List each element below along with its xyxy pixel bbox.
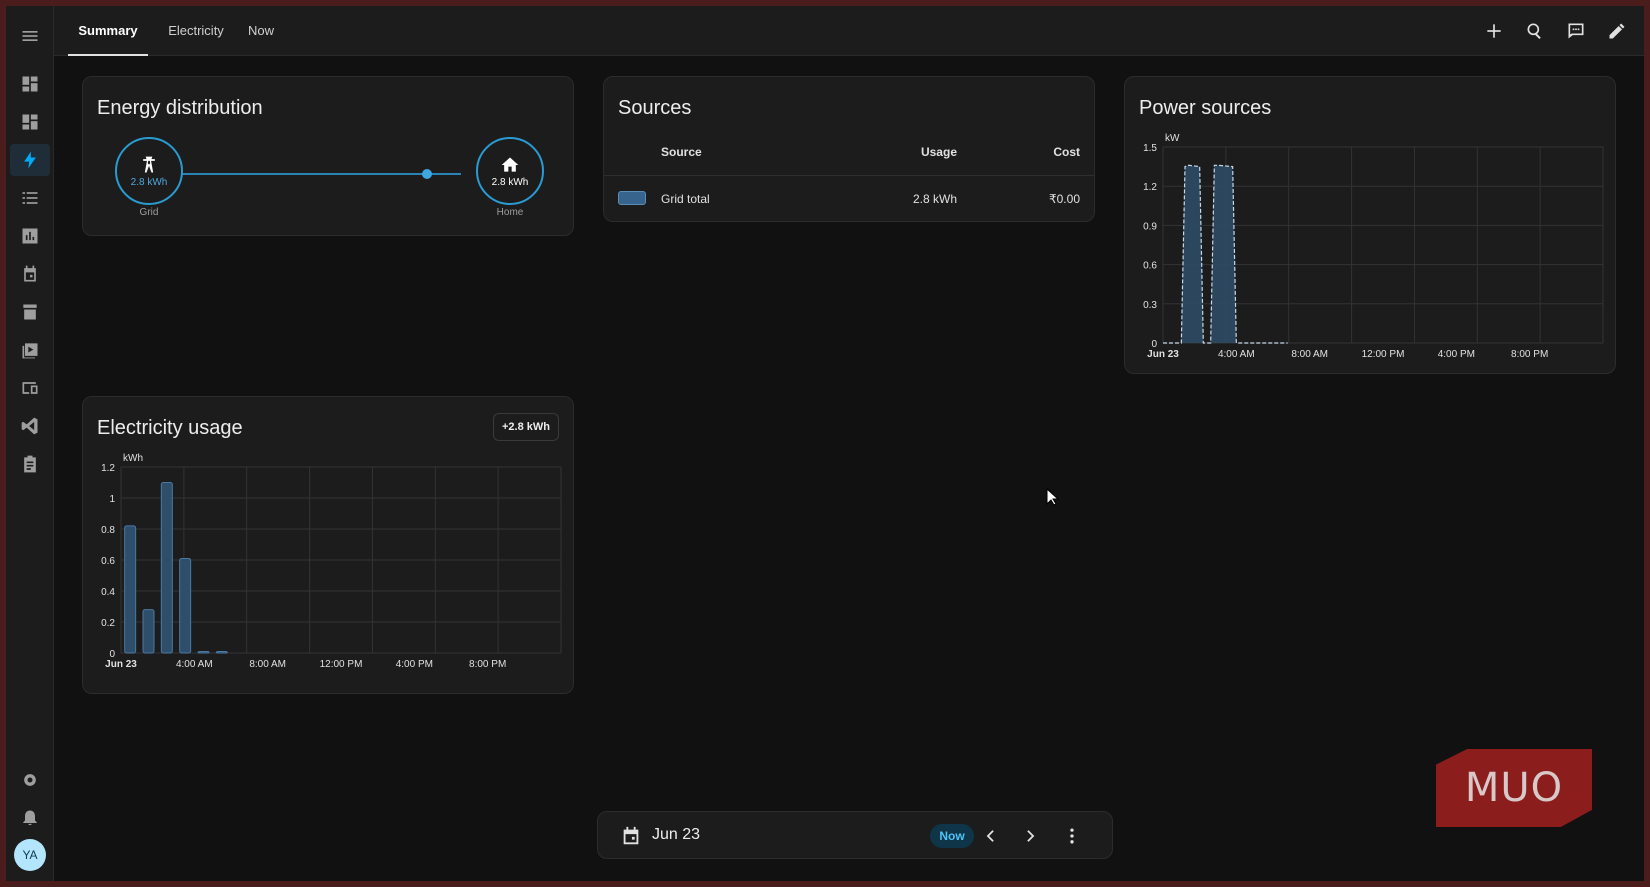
y-tick-label: 0.6 <box>1143 261 1157 272</box>
header-cost: Cost <box>1053 145 1080 159</box>
y-tick-label: 0.6 <box>101 556 115 567</box>
grid-home-flow-line <box>181 173 461 175</box>
assist-chat-icon[interactable] <box>1564 19 1588 43</box>
notifications-icon[interactable] <box>10 802 50 834</box>
now-button[interactable]: Now <box>930 824 974 848</box>
muo-watermark: MUO <box>1436 749 1592 827</box>
top-bar: Summary Electricity Now <box>54 6 1644 56</box>
x-tick-label: 4:00 AM <box>1218 349 1255 360</box>
y-tick-label: 0.4 <box>101 587 115 598</box>
y-tick-label: 1.5 <box>1143 143 1157 154</box>
x-tick-label: 12:00 PM <box>320 659 363 670</box>
devices-icon[interactable] <box>10 372 50 404</box>
media-icon[interactable] <box>10 334 50 366</box>
flow-dot <box>422 169 432 179</box>
sources-card: Sources Source Usage Cost Grid total 2.8… <box>603 76 1095 222</box>
home-node[interactable]: 2.8 kWh <box>476 137 544 205</box>
dashboard-icon[interactable] <box>10 68 50 100</box>
calendar-icon[interactable] <box>10 258 50 290</box>
usage-bar[interactable] <box>197 650 210 654</box>
home-label: Home <box>496 207 524 218</box>
x-tick-label: 8:00 AM <box>1291 349 1328 360</box>
y-tick-label: 1.2 <box>101 463 115 474</box>
y-tick-label: 0.3 <box>1143 300 1157 311</box>
chevron-right-icon[interactable] <box>1021 826 1041 846</box>
grid-value: 2.8 kWh <box>130 176 168 188</box>
y-tick-label: 0.9 <box>1143 221 1157 232</box>
table-divider <box>604 175 1094 176</box>
dashboard-alt-icon[interactable] <box>10 106 50 138</box>
transmission-tower-icon <box>143 156 155 172</box>
x-tick-label: Jun 23 <box>105 659 137 670</box>
edit-pencil-icon[interactable] <box>1605 19 1629 43</box>
row-usage: 2.8 kWh <box>912 192 957 206</box>
electricity-usage-chart: 00.20.40.60.811.2Jun 23 4:00 AM 8:00 AM 12:… <box>101 453 562 670</box>
hacs-icon[interactable] <box>10 296 50 328</box>
power-sources-card: Power sources 0 0.3 0.6 0.9 1.2 1.5 Jun 23 4:00… <box>1124 76 1616 374</box>
grid-swatch <box>618 191 646 205</box>
power-sources-chart: 00.30.60.91.21.5Jun 23 4:00 AM 8:00 AM 12:0… <box>1143 133 1604 360</box>
chevron-left-icon[interactable] <box>980 826 1000 846</box>
home-icon <box>501 157 519 172</box>
history-icon[interactable] <box>10 220 50 252</box>
menu-icon[interactable] <box>10 20 50 52</box>
more-vert-icon[interactable] <box>1062 826 1082 846</box>
usage-bar[interactable] <box>215 650 228 654</box>
vscode-icon[interactable] <box>10 410 50 442</box>
usage-bar[interactable] <box>179 557 192 654</box>
add-icon[interactable] <box>1482 19 1506 43</box>
date-label: Jun 23 <box>652 826 701 843</box>
y-tick-label: 0.8 <box>101 525 115 536</box>
avatar[interactable]: YA <box>14 839 46 871</box>
usage-bar[interactable] <box>124 525 137 654</box>
sidebar: YA <box>6 6 54 881</box>
row-source: Grid total <box>661 192 710 206</box>
x-tick-label: 8:00 PM <box>1511 349 1548 360</box>
usage-bar[interactable] <box>142 609 155 654</box>
x-tick-label: 4:00 PM <box>396 659 433 670</box>
search-icon[interactable] <box>1523 19 1547 43</box>
header-usage: Usage <box>920 145 957 159</box>
electricity-usage-card: Electricity usage +2.8 kWh 0 0.2 0.4 0.6 0.8… <box>82 396 574 694</box>
y-tick-label: 1.2 <box>1143 182 1157 193</box>
date-picker-bar: Jun 23 Now <box>597 811 1113 859</box>
x-tick-label: 8:00 PM <box>469 659 506 670</box>
x-tick-label: 8:00 AM <box>249 659 286 670</box>
tab-now[interactable]: Now <box>236 6 286 56</box>
watermark-text: MUO <box>1464 765 1564 811</box>
grid-label: Grid <box>139 207 159 218</box>
app-frame: YA Summary Electricity Now Energy distri… <box>6 6 1644 881</box>
card-title: Energy distribution <box>97 97 263 119</box>
mouse-cursor-icon <box>1046 488 1060 506</box>
card-title: Sources <box>618 97 692 119</box>
settings-icon[interactable] <box>10 764 50 796</box>
tab-electricity[interactable]: Electricity <box>156 6 236 56</box>
energy-distribution-card: Energy distribution 2.8 kWh Grid 2.8 kWh… <box>82 76 574 236</box>
home-value: 2.8 kWh <box>491 176 529 188</box>
row-cost: ₹0.00 <box>1049 192 1080 206</box>
grid-node[interactable]: 2.8 kWh <box>115 137 183 205</box>
y-tick-label: 1 <box>109 494 115 505</box>
energy-icon[interactable] <box>10 144 50 176</box>
logbook-icon[interactable] <box>10 182 50 214</box>
todo-icon[interactable] <box>10 448 50 480</box>
x-tick-label: Jun 23 <box>1147 349 1179 360</box>
y-unit-label: kWh <box>123 453 143 464</box>
x-tick-label: 12:00 PM <box>1362 349 1405 360</box>
y-unit-label: kW <box>1165 133 1180 144</box>
y-tick-label: 0.2 <box>101 618 115 629</box>
x-tick-label: 4:00 AM <box>176 659 213 670</box>
usage-bar[interactable] <box>160 482 173 654</box>
tab-summary[interactable]: Summary <box>68 6 148 56</box>
calendar-icon[interactable] <box>620 825 642 847</box>
header-source: Source <box>661 145 702 159</box>
x-tick-label: 4:00 PM <box>1438 349 1475 360</box>
